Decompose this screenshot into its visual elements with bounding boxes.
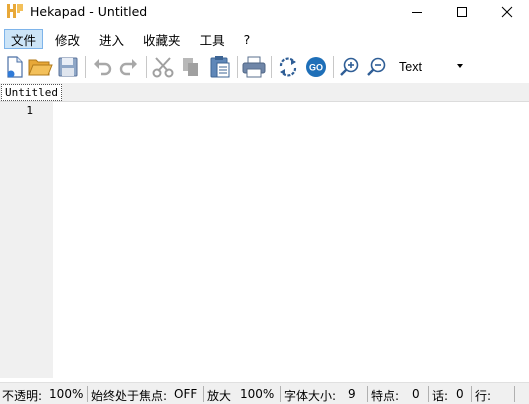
status-separator xyxy=(471,386,472,402)
status-separator xyxy=(367,386,368,402)
status-separator xyxy=(87,386,88,402)
redo-button[interactable] xyxy=(116,54,142,80)
toolbar-separator xyxy=(271,56,272,78)
syntax-select[interactable]: Text xyxy=(394,56,468,77)
toolbar-separator xyxy=(333,56,334,78)
status-zoom-value: 100% xyxy=(240,387,275,401)
chevron-down-icon xyxy=(457,64,463,68)
undo-icon xyxy=(94,59,112,76)
status-lines-label: 行: xyxy=(475,389,492,403)
paste-icon xyxy=(210,56,230,78)
status-font-size-value: 9 xyxy=(348,387,356,401)
toolbar-separator xyxy=(146,56,147,78)
status-always-on-top-value: OFF xyxy=(174,387,198,401)
menu-go[interactable]: 进入 xyxy=(92,29,131,49)
line-number-gutter: 1 xyxy=(0,102,53,378)
status-opacity-label: 不透明: xyxy=(2,389,43,403)
cut-button[interactable] xyxy=(150,54,176,80)
text-area[interactable] xyxy=(53,102,529,378)
new-file-icon xyxy=(7,56,23,78)
status-bar: 不透明: 100% 始终处于焦点: OFF 放大 100% 字体大小: 9 特点… xyxy=(0,382,529,404)
menu-edit[interactable]: 修改 xyxy=(48,29,87,49)
open-file-button[interactable] xyxy=(27,54,53,80)
refresh-button[interactable] xyxy=(275,54,301,80)
editor: 1 xyxy=(0,102,529,378)
status-lines: 行: xyxy=(475,387,497,404)
refresh-icon xyxy=(279,57,297,77)
save-icon xyxy=(58,57,78,77)
status-always-on-top-label: 始终处于焦点: xyxy=(91,389,168,403)
tab-untitled[interactable]: Untitled xyxy=(1,84,62,101)
go-button[interactable]: GO xyxy=(303,54,329,80)
new-file-button[interactable] xyxy=(2,54,28,80)
zoom-in-button[interactable] xyxy=(337,54,363,80)
hekapad-app-icon xyxy=(7,4,23,18)
minimize-icon xyxy=(412,12,422,13)
go-icon: GO xyxy=(306,57,326,77)
copy-icon xyxy=(183,58,198,76)
status-separator xyxy=(280,386,281,402)
status-separator xyxy=(428,386,429,402)
maximize-icon xyxy=(457,7,467,17)
title-bar: Hekapad - Untitled xyxy=(0,0,529,24)
zoom-out-button[interactable] xyxy=(364,54,390,80)
status-zoom-label: 放大 xyxy=(207,389,232,403)
toolbar-separator xyxy=(85,56,86,78)
status-zoom: 放大 100% xyxy=(207,387,274,404)
toolbar: GO Text xyxy=(0,51,529,83)
cut-icon xyxy=(152,57,174,78)
line-number: 1 xyxy=(26,104,33,117)
copy-button[interactable] xyxy=(178,54,204,80)
status-opacity-value: 100% xyxy=(49,387,84,401)
redo-icon xyxy=(119,59,137,76)
status-font-size: 字体大小: 9 xyxy=(284,387,356,404)
window-title: Hekapad - Untitled xyxy=(30,4,148,19)
undo-button[interactable] xyxy=(89,54,115,80)
status-words: 话: 0 xyxy=(432,387,464,404)
close-icon xyxy=(501,6,513,18)
status-always-on-top: 始终处于焦点: OFF xyxy=(91,387,197,404)
go-label: GO xyxy=(309,63,323,73)
syntax-select-value: Text xyxy=(399,59,422,74)
print-icon xyxy=(242,56,266,78)
status-font-size-label: 字体大小: xyxy=(284,389,337,403)
status-words-value: 0 xyxy=(456,387,464,401)
menu-help[interactable]: ? xyxy=(237,29,258,49)
status-separator xyxy=(203,386,204,402)
document-tab-bar: Untitled xyxy=(0,83,529,102)
toolbar-separator xyxy=(237,56,238,78)
minimize-button[interactable] xyxy=(400,0,434,24)
status-words-label: 话: xyxy=(432,389,449,403)
status-opacity: 不透明: 100% xyxy=(2,387,83,404)
zoom-out-icon xyxy=(367,57,386,76)
zoom-in-icon xyxy=(340,57,359,76)
maximize-button[interactable] xyxy=(445,0,479,24)
paste-button[interactable] xyxy=(207,54,233,80)
print-button[interactable] xyxy=(241,54,267,80)
menu-favorites[interactable]: 收藏夹 xyxy=(136,29,188,49)
menu-bar: 文件 修改 进入 收藏夹 工具 ? xyxy=(0,28,529,50)
close-button[interactable] xyxy=(490,0,524,24)
menu-file[interactable]: 文件 xyxy=(4,29,44,49)
status-chars: 特点: 0 xyxy=(371,387,420,404)
open-folder-icon xyxy=(28,59,53,76)
save-button[interactable] xyxy=(55,54,81,80)
status-separator xyxy=(514,386,515,402)
menu-tools[interactable]: 工具 xyxy=(193,29,232,49)
status-chars-value: 0 xyxy=(412,387,420,401)
status-chars-label: 特点: xyxy=(371,389,400,403)
